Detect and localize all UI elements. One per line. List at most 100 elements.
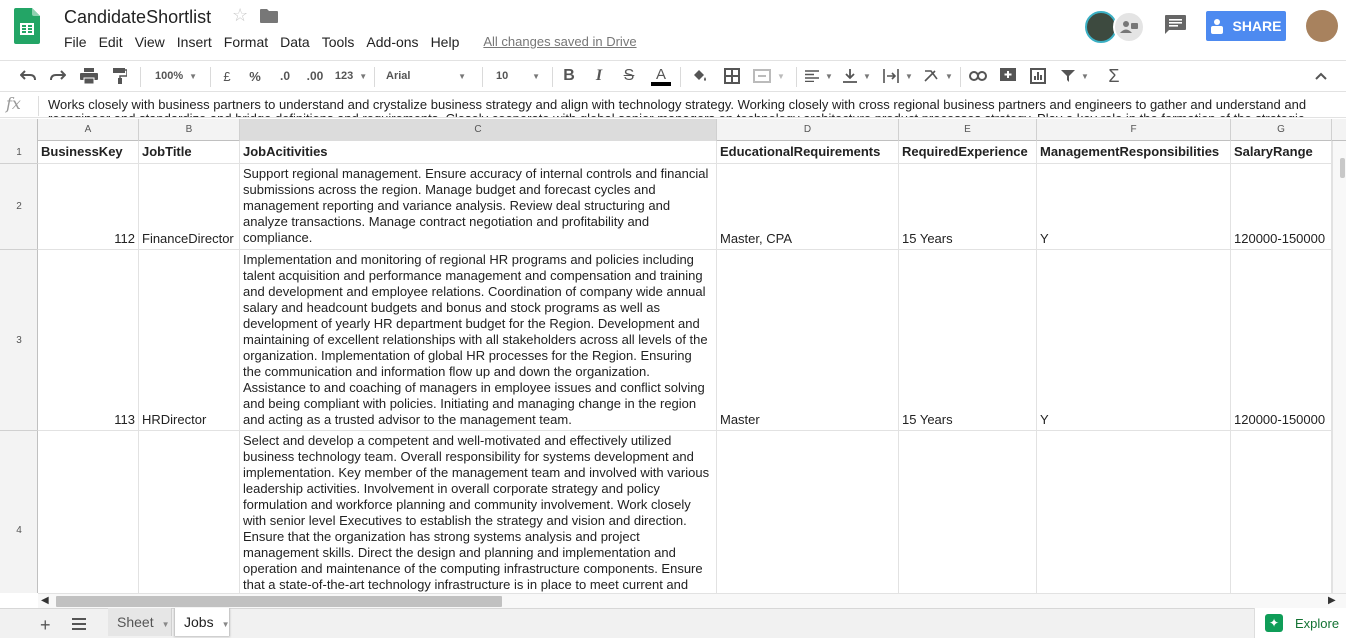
cell-g2[interactable]: 120000-150000 xyxy=(1231,164,1332,249)
cell-d2[interactable]: Master, CPA xyxy=(717,164,899,249)
cell-a4[interactable] xyxy=(38,431,139,593)
merge-cells-icon[interactable]: ▼ xyxy=(750,61,788,91)
text-color-button[interactable]: A xyxy=(648,61,674,91)
save-status-link[interactable]: All changes saved in Drive xyxy=(483,33,636,51)
menu-format[interactable]: Format xyxy=(218,33,274,51)
formula-bar[interactable]: fx Works closely with business partners … xyxy=(0,92,1346,118)
scroll-right-icon[interactable]: ▶ xyxy=(1328,593,1336,608)
row-header-1[interactable]: 1 xyxy=(0,141,38,164)
chevron-down-icon[interactable]: ▼ xyxy=(162,620,170,629)
column-header-c[interactable]: C xyxy=(240,119,717,141)
fill-color-icon[interactable] xyxy=(688,61,712,91)
italic-button[interactable]: I xyxy=(588,61,610,91)
explore-button[interactable]: ✦ Explore xyxy=(1254,608,1346,638)
row-header-3[interactable]: 3 xyxy=(0,250,38,431)
cell-d3[interactable]: Master xyxy=(717,250,899,430)
vertical-scrollbar[interactable] xyxy=(1332,141,1346,593)
font-size-select[interactable]: 10 ▼ xyxy=(490,61,546,91)
horizontal-scroll-thumb[interactable] xyxy=(56,596,502,607)
sheet-tab-jobs[interactable]: Jobs ▼ xyxy=(174,608,230,636)
insert-chart-icon[interactable] xyxy=(1026,61,1050,91)
row-header-2[interactable]: 2 xyxy=(0,164,38,250)
menu-tools[interactable]: Tools xyxy=(316,33,361,51)
menu-insert[interactable]: Insert xyxy=(171,33,218,51)
column-header-d[interactable]: D xyxy=(717,119,899,141)
cell-a2[interactable]: 112 xyxy=(38,164,139,249)
select-all-corner[interactable] xyxy=(0,119,38,141)
menu-view[interactable]: View xyxy=(129,33,171,51)
star-icon[interactable]: ☆ xyxy=(232,5,248,26)
chevron-down-icon[interactable]: ▼ xyxy=(222,620,230,629)
cell-a3[interactable]: 113 xyxy=(38,250,139,430)
horizontal-align-icon[interactable]: ▼ xyxy=(802,61,836,91)
text-rotation-icon[interactable]: ▼ xyxy=(920,61,956,91)
filter-icon[interactable]: ▼ xyxy=(1056,61,1094,91)
insert-comment-icon[interactable] xyxy=(996,61,1020,91)
increase-decimal-button[interactable]: .00 xyxy=(302,61,328,91)
cell-c2[interactable]: Support regional management. Ensure accu… xyxy=(240,164,717,249)
row-header-4[interactable]: 4 xyxy=(0,431,38,631)
functions-icon[interactable]: Σ xyxy=(1102,61,1126,91)
cell-a1[interactable]: BusinessKey xyxy=(38,141,139,163)
column-header-e[interactable]: E xyxy=(899,119,1037,141)
sheets-logo-icon[interactable] xyxy=(14,8,40,44)
cell-d4[interactable] xyxy=(717,431,899,593)
percent-format-button[interactable]: % xyxy=(244,61,266,91)
decrease-decimal-button[interactable]: .0 xyxy=(272,61,298,91)
share-button[interactable]: SHARE xyxy=(1206,11,1286,41)
cell-c1[interactable]: JobAcitivities xyxy=(240,141,717,163)
comment-icon[interactable] xyxy=(1163,14,1187,36)
cell-g3[interactable]: 120000-150000 xyxy=(1231,250,1332,430)
cell-b4[interactable] xyxy=(139,431,240,593)
cell-e1[interactable]: RequiredExperience xyxy=(899,141,1037,163)
vertical-align-icon[interactable]: ▼ xyxy=(840,61,874,91)
insert-link-icon[interactable] xyxy=(966,61,990,91)
cell-f2[interactable]: Y xyxy=(1037,164,1231,249)
strikethrough-button[interactable]: S xyxy=(618,61,640,91)
menu-data[interactable]: Data xyxy=(274,33,316,51)
collapse-toolbar-icon[interactable] xyxy=(1308,61,1334,91)
folder-icon[interactable] xyxy=(260,9,278,23)
column-header-a[interactable]: A xyxy=(38,119,139,141)
cell-g1[interactable]: SalaryRange xyxy=(1231,141,1332,163)
cell-b1[interactable]: JobTitle xyxy=(139,141,240,163)
cell-f1[interactable]: ManagementResponsibilities xyxy=(1037,141,1231,163)
zoom-select[interactable]: 100% ▼ xyxy=(148,61,204,91)
cell-e3[interactable]: 15 Years xyxy=(899,250,1037,430)
menu-help[interactable]: Help xyxy=(425,33,466,51)
scroll-left-icon[interactable]: ◀ xyxy=(41,593,49,608)
undo-icon[interactable] xyxy=(16,61,40,91)
redo-icon[interactable] xyxy=(46,61,70,91)
paint-format-icon[interactable] xyxy=(108,61,132,91)
font-family-select[interactable]: Arial ▼ xyxy=(380,61,472,91)
anonymous-viewer-icon[interactable] xyxy=(1113,11,1145,43)
add-sheet-icon[interactable]: + xyxy=(40,616,51,634)
cell-f3[interactable]: Y xyxy=(1037,250,1231,430)
column-header-g[interactable]: G xyxy=(1231,119,1332,141)
vertical-scroll-thumb[interactable] xyxy=(1340,158,1345,178)
print-icon[interactable] xyxy=(76,61,102,91)
column-header-f[interactable]: F xyxy=(1037,119,1231,141)
cell-g4[interactable] xyxy=(1231,431,1332,593)
cell-b3[interactable]: HRDirector xyxy=(139,250,240,430)
user-avatar[interactable] xyxy=(1306,10,1338,42)
sheet-tab-sheet[interactable]: Sheet ▼ xyxy=(108,608,172,636)
cell-c4[interactable]: Select and develop a competent and well-… xyxy=(240,431,717,593)
menu-addons[interactable]: Add-ons xyxy=(360,33,424,51)
menu-file[interactable]: File xyxy=(58,33,93,51)
formula-input[interactable]: Works closely with business partners to … xyxy=(48,98,1328,118)
column-header-b[interactable]: B xyxy=(139,119,240,141)
all-sheets-icon[interactable] xyxy=(72,617,86,631)
cell-b2[interactable]: FinanceDirector xyxy=(139,164,240,249)
more-formats-select[interactable]: 123 ▼ xyxy=(332,61,370,91)
cell-d1[interactable]: EducationalRequirements xyxy=(717,141,899,163)
document-title[interactable]: CandidateShortlist xyxy=(64,7,211,28)
text-wrapping-icon[interactable]: ▼ xyxy=(880,61,916,91)
currency-format-button[interactable]: £ xyxy=(216,61,238,91)
cell-f4[interactable] xyxy=(1037,431,1231,593)
cell-c3[interactable]: Implementation and monitoring of regiona… xyxy=(240,250,717,430)
cell-e4[interactable] xyxy=(899,431,1037,593)
borders-icon[interactable] xyxy=(720,61,744,91)
bold-button[interactable]: B xyxy=(558,61,580,91)
cell-e2[interactable]: 15 Years xyxy=(899,164,1037,249)
